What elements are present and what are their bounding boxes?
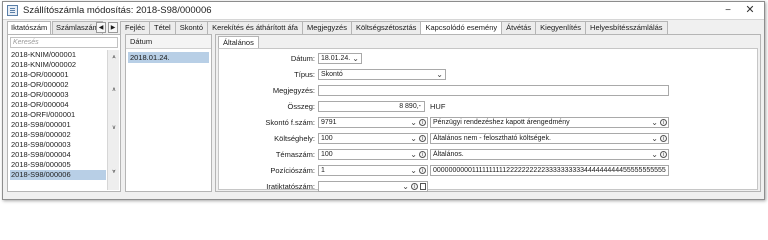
scroll-top-icon[interactable]: ⩓ <box>109 53 119 62</box>
top-tab-strip: Fejléc Tétel Skontó Kerekítés és áthárított… <box>120 21 668 34</box>
chevron-down-icon[interactable]: ⌄ <box>352 54 359 63</box>
close-icon[interactable]: ✕ <box>742 3 758 18</box>
list-item[interactable]: 2018-KNIM/000001 <box>10 50 106 60</box>
topic-code-value: 100 <box>321 151 333 158</box>
tab-tetel[interactable]: Tétel <box>149 21 176 34</box>
chevron-down-icon[interactable]: ⌄ <box>402 182 409 191</box>
list-item[interactable]: 2018-KNIM/000002 <box>10 60 106 70</box>
tab-megjegyzes[interactable]: Megjegyzés <box>301 21 352 34</box>
window-title: Szállítószámla módosítás: 2018-S98/00000… <box>23 5 212 16</box>
skonto-desc-field[interactable]: Pénzügyi rendezéshez kapott árengedmény … <box>430 117 669 128</box>
document-icon <box>7 5 18 16</box>
tab-kapcsolodo-esemeny[interactable]: Kapcsolódó esemény <box>420 21 503 34</box>
datum-label: Dátum: <box>290 54 315 63</box>
scroll-up-icon[interactable]: ∧ <box>109 86 119 95</box>
list-item[interactable]: 2018-ORFI/000001 <box>10 110 106 120</box>
position-code-value: 1 <box>321 167 325 174</box>
chevron-down-icon[interactable]: ⌄ <box>651 150 658 159</box>
chevron-down-icon[interactable]: ⌄ <box>651 134 658 143</box>
list-item[interactable]: 2018-S98/000005 <box>10 160 106 170</box>
list-item[interactable]: 2018-S98/000002 <box>10 130 106 140</box>
list-item[interactable]: 2018-OR/000003 <box>10 90 106 100</box>
info-icon[interactable]: i <box>419 167 426 174</box>
date-column-header[interactable]: Dátum <box>126 35 211 49</box>
list-item-selected[interactable]: 2018-S98/000006 <box>10 170 106 180</box>
tab-fejlec[interactable]: Fejléc <box>120 21 151 34</box>
scroll-down-icon[interactable]: ∨ <box>109 124 119 133</box>
minimize-icon[interactable]: − <box>720 3 736 18</box>
document-list: 2018-KNIM/000001 2018-KNIM/000002 2018-O… <box>10 50 106 180</box>
amount-field[interactable]: 8 890,- <box>318 101 425 112</box>
tab-iktatoszam[interactable]: Iktatószám <box>7 21 52 35</box>
chevron-down-icon[interactable]: ⌄ <box>410 166 417 175</box>
tab-koltsegszetosztas[interactable]: Költségszétosztás <box>350 21 422 34</box>
koltseghely-label: Költséghely: <box>274 134 315 143</box>
note-field[interactable] <box>318 85 669 96</box>
chevron-down-icon[interactable]: ⌄ <box>410 118 417 127</box>
document-list-panel: Keresés 2018-KNIM/000001 2018-KNIM/00000… <box>7 34 121 192</box>
osszeg-label: Összeg: <box>287 102 315 111</box>
list-scrollbar[interactable]: ⩓ ∧ ∨ ⩔ <box>107 50 119 190</box>
form-panel: Általános Dátum: 18.01.24. ⌄ Típus: Skon… <box>215 34 761 192</box>
arrow-left-icon[interactable]: ◀ <box>96 22 106 33</box>
position-desc-field[interactable]: 0000000000111111111122222222223333333333… <box>430 165 669 176</box>
date-value: 18.01.24. <box>321 55 351 62</box>
chevron-down-icon[interactable]: ⌄ <box>436 70 443 79</box>
list-item[interactable]: 2018-OR/000004 <box>10 100 106 110</box>
tab-kiegyenlites[interactable]: Kiegyenlítés <box>535 21 587 34</box>
tab-helyesbites[interactable]: Helyesbítésszámlálás <box>585 21 668 34</box>
info-icon[interactable]: i <box>419 119 426 126</box>
document-register-field[interactable]: ⌄ i <box>318 181 428 192</box>
info-icon[interactable]: i <box>660 151 667 158</box>
info-icon[interactable]: i <box>660 119 667 126</box>
tab-atvetas[interactable]: Átvétás <box>501 21 537 34</box>
topic-desc-field[interactable]: Általános. ⌄ i <box>430 149 669 160</box>
skonto-code-field[interactable]: 9791 ⌄ i <box>318 117 428 128</box>
chevron-down-icon[interactable]: ⌄ <box>651 118 658 127</box>
tab-skonto[interactable]: Skontó <box>174 21 209 34</box>
tipus-label: Típus: <box>294 70 315 79</box>
pozicioszam-label: Pozíciószám: <box>270 166 315 175</box>
scroll-bottom-icon[interactable]: ⩔ <box>109 168 119 177</box>
date-row[interactable]: 2018.01.24. <box>128 52 209 63</box>
arrow-right-icon[interactable]: ▶ <box>108 22 118 33</box>
position-desc-value: 0000000000111111111122222222223333333333… <box>433 167 666 174</box>
skonto-desc-value: Pénzügyi rendezéshez kapott árengedmény <box>433 119 570 126</box>
iratiktatoszam-label: Iratiktatószám: <box>266 182 315 191</box>
dialog-window: Szállítószámla módosítás: 2018-S98/00000… <box>2 1 765 200</box>
list-item[interactable]: 2018-OR/000002 <box>10 80 106 90</box>
chevron-down-icon[interactable]: ⌄ <box>410 134 417 143</box>
cost-center-desc-value: Általános nem - felosztható költségek. <box>433 135 551 142</box>
topic-code-field[interactable]: 100 ⌄ i <box>318 149 428 160</box>
info-icon[interactable]: i <box>419 135 426 142</box>
topic-desc-value: Általános. <box>433 151 464 158</box>
list-item[interactable]: 2018-OR/000001 <box>10 70 106 80</box>
list-item[interactable]: 2018-S98/000001 <box>10 120 106 130</box>
list-item[interactable]: 2018-S98/000003 <box>10 140 106 150</box>
clipboard-icon[interactable] <box>420 183 426 190</box>
info-icon[interactable]: i <box>660 135 667 142</box>
cost-center-code-value: 100 <box>321 135 333 142</box>
info-icon[interactable]: i <box>411 183 418 190</box>
chevron-down-icon[interactable]: ⌄ <box>410 150 417 159</box>
date-field[interactable]: 18.01.24. ⌄ <box>318 53 362 64</box>
title-bar: Szállítószámla módosítás: 2018-S98/00000… <box>3 2 764 20</box>
type-value: Skontó <box>321 71 343 78</box>
type-select[interactable]: Skontó ⌄ <box>318 69 446 80</box>
cost-center-desc-field[interactable]: Általános nem - felosztható költségek. ⌄… <box>430 133 669 144</box>
tab-altalanos[interactable]: Általános <box>218 36 259 48</box>
list-item[interactable]: 2018-S98/000004 <box>10 150 106 160</box>
tab-kerekites[interactable]: Kerekítés és áthárított áfa <box>207 21 303 34</box>
temaszam-label: Témaszám: <box>275 150 315 159</box>
date-list-panel: Dátum 2018.01.24. <box>125 34 212 192</box>
cost-center-code-field[interactable]: 100 ⌄ i <box>318 133 428 144</box>
info-icon[interactable]: i <box>419 151 426 158</box>
currency-label: HUF <box>430 102 446 111</box>
skonto-label: Skontó f.szám: <box>265 118 315 127</box>
megjegyzes-label: Megjegyzés: <box>272 86 315 95</box>
form-body: Dátum: 18.01.24. ⌄ Típus: Skontó ⌄ Megje… <box>218 48 758 192</box>
search-input[interactable]: Keresés <box>10 37 118 48</box>
skonto-code-value: 9791 <box>321 119 337 126</box>
position-code-field[interactable]: 1 ⌄ i <box>318 165 428 176</box>
